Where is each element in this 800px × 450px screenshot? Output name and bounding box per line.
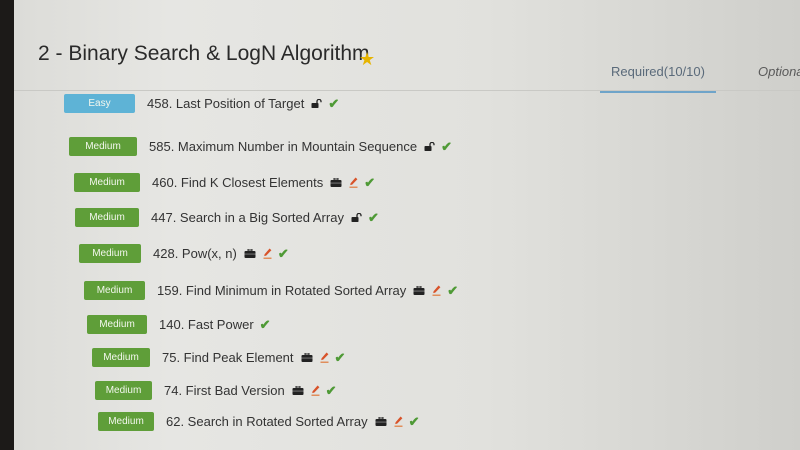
problem-title-link[interactable]: 74. First Bad Version (164, 383, 285, 398)
pen-icon[interactable] (394, 416, 403, 427)
difficulty-badge: Medium (84, 281, 145, 300)
problem-title-link[interactable]: 140. Fast Power (159, 317, 254, 332)
check-icon: ✔ (334, 349, 346, 365)
problem-title-link[interactable]: 75. Find Peak Element (162, 350, 294, 365)
tab-optional[interactable]: Optiona (758, 64, 800, 79)
difficulty-badge: Medium (69, 137, 137, 156)
problem-row[interactable]: Medium 74. First Bad Version ✔ (95, 381, 337, 400)
lock-icon (424, 142, 435, 151)
pen-icon[interactable] (349, 177, 358, 188)
problem-row[interactable]: Easy 458. Last Position of Target ✔ (64, 94, 339, 113)
check-icon: ✔ (367, 209, 379, 225)
divider (14, 90, 800, 91)
check-icon: ✔ (364, 174, 376, 190)
problem-row[interactable]: Medium 62. Search in Rotated Sorted Array… (98, 412, 420, 431)
briefcase-icon (292, 386, 304, 395)
difficulty-badge: Easy (64, 94, 135, 113)
problem-row[interactable]: Medium 159. Find Minimum in Rotated Sorte… (84, 281, 458, 300)
problem-title-link[interactable]: 428. Pow(x, n) (153, 246, 237, 261)
difficulty-badge: Medium (95, 381, 152, 400)
lock-icon (311, 99, 322, 108)
problem-title-link[interactable]: 458. Last Position of Target (147, 96, 304, 111)
check-icon: ✔ (447, 282, 459, 298)
check-icon: ✔ (408, 413, 420, 429)
problem-row[interactable]: Medium 428. Pow(x, n) ✔ (79, 244, 289, 263)
section-title: 2 - Binary Search & LogN Algorithm (38, 42, 370, 65)
check-icon: ✔ (259, 316, 271, 332)
briefcase-icon (330, 178, 342, 187)
check-icon: ✔ (328, 95, 340, 111)
difficulty-badge: Medium (92, 348, 150, 367)
difficulty-badge: Medium (75, 208, 139, 227)
check-icon: ✔ (277, 245, 289, 261)
briefcase-icon (413, 286, 425, 295)
check-icon: ✔ (325, 382, 337, 398)
tab-required[interactable]: Required(10/10) (600, 64, 716, 93)
difficulty-badge: Medium (79, 244, 141, 263)
briefcase-icon (375, 417, 387, 426)
check-icon: ✔ (441, 138, 452, 154)
star-icon[interactable]: ★ (359, 49, 375, 70)
pen-icon[interactable] (432, 285, 441, 296)
pen-icon[interactable] (320, 352, 329, 363)
problem-row[interactable]: Medium 75. Find Peak Element ✔ (92, 348, 345, 367)
briefcase-icon (301, 353, 313, 362)
problem-row[interactable]: Medium 447. Search in a Big Sorted Array … (75, 208, 379, 227)
briefcase-icon (244, 249, 256, 258)
problem-title-link[interactable]: 159. Find Minimum in Rotated Sorted Arra… (157, 283, 406, 298)
problem-row[interactable]: Medium 140. Fast Power ✔ (87, 315, 271, 334)
problem-title-link[interactable]: 62. Search in Rotated Sorted Array (166, 414, 368, 429)
lock-icon (351, 213, 362, 222)
lesson-panel: 2 - Binary Search & LogN Algorithm ★ Req… (14, 0, 800, 450)
difficulty-badge: Medium (87, 315, 147, 334)
problem-title-link[interactable]: 447. Search in a Big Sorted Array (151, 210, 344, 225)
problem-row[interactable]: Medium 460. Find K Closest Elements ✔ (74, 173, 375, 192)
pen-icon[interactable] (263, 248, 272, 259)
problem-row[interactable]: Medium 585. Maximum Number in Mountain Se… (69, 137, 452, 156)
problem-title-link[interactable]: 585. Maximum Number in Mountain Sequence (149, 139, 417, 154)
problem-title-link[interactable]: 460. Find K Closest Elements (152, 175, 323, 190)
pen-icon[interactable] (311, 385, 320, 396)
difficulty-badge: Medium (98, 412, 154, 431)
difficulty-badge: Medium (74, 173, 140, 192)
